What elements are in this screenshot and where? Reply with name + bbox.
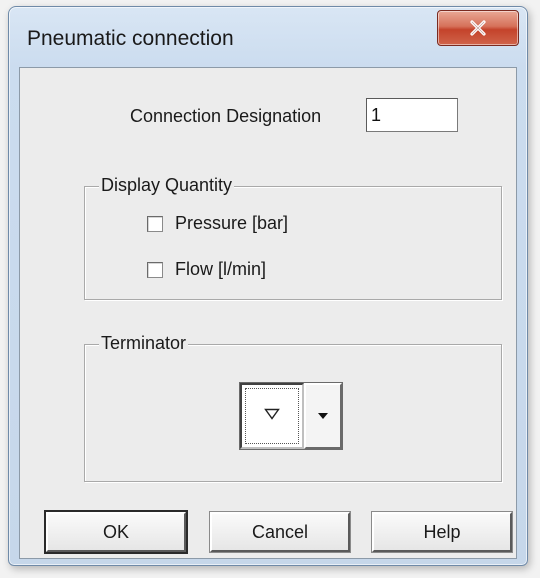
flow-checkbox[interactable] xyxy=(147,261,163,278)
display-quantity-legend: Display Quantity xyxy=(99,175,235,196)
flow-checkbox-label: Flow [l/min] xyxy=(175,259,267,279)
terminator-selected-value[interactable] xyxy=(240,383,304,449)
cancel-button[interactable]: Cancel xyxy=(209,511,351,553)
terminator-dropdown-button[interactable] xyxy=(304,383,342,449)
close-button[interactable] xyxy=(437,10,519,46)
pressure-checkbox-label: Pressure [bar] xyxy=(175,213,289,233)
pressure-checkbox[interactable] xyxy=(147,215,163,232)
chevron-down-icon xyxy=(317,407,329,425)
connection-designation-label: Connection Designation xyxy=(130,106,322,126)
title-bar[interactable]: Pneumatic connection xyxy=(9,7,527,69)
window-title: Pneumatic connection xyxy=(27,27,234,50)
ok-button[interactable]: OK xyxy=(44,510,188,554)
dialog-window: Pneumatic connection Connection Designat… xyxy=(8,6,528,566)
terminator-legend: Terminator xyxy=(99,333,189,354)
dialog-client-area: Connection Designation Display Quantity … xyxy=(19,67,517,559)
help-button[interactable]: Help xyxy=(371,511,513,553)
display-quantity-group: Display Quantity Pressure [bar] Flow [l/… xyxy=(84,175,502,300)
connection-designation-input[interactable] xyxy=(366,98,458,132)
flow-checkbox-row[interactable]: Flow [l/min] xyxy=(147,259,266,280)
terminator-combobox[interactable] xyxy=(239,382,343,450)
triangle-down-outline-icon xyxy=(264,407,280,425)
pressure-checkbox-row[interactable]: Pressure [bar] xyxy=(147,213,288,234)
close-icon xyxy=(469,20,487,36)
